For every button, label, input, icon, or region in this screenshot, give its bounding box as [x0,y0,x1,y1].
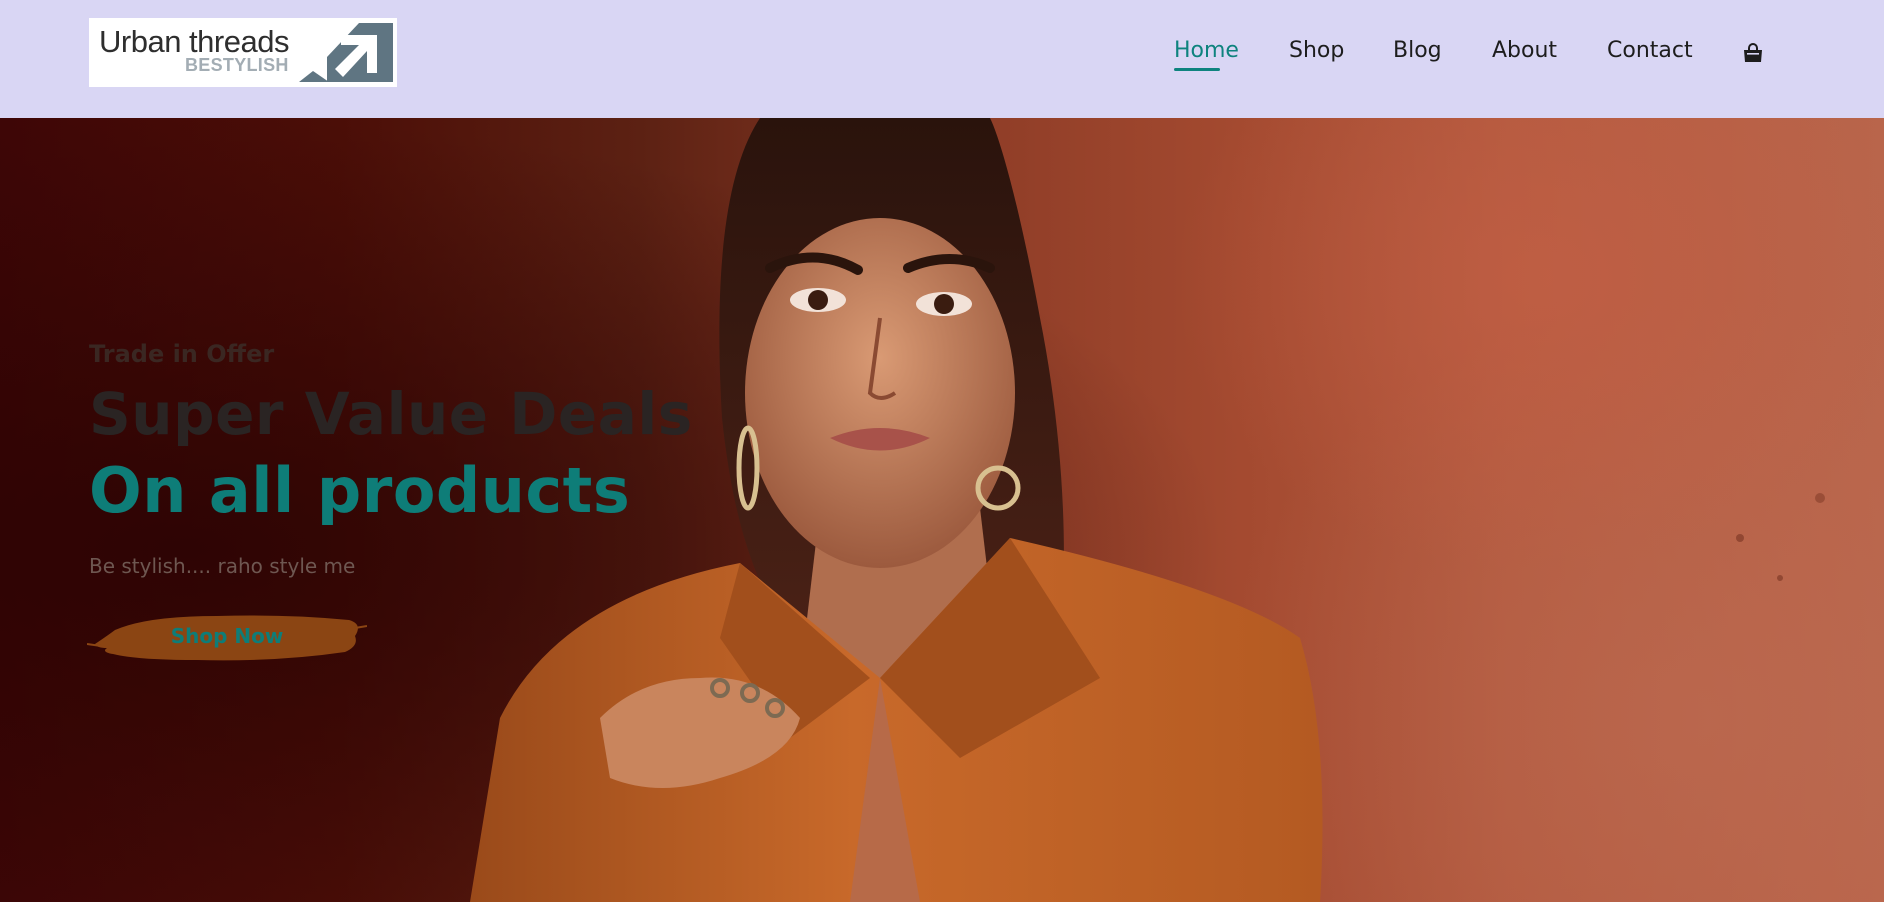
hero-banner: Trade in Offer Super Value Deals On all … [0,118,1884,902]
shop-now-label: Shop Now [170,624,284,648]
hero-headline-accent: On all products [89,454,631,527]
site-header: Urban threads BESTYLISH Home Shop Blog A… [0,0,1884,118]
nav-home[interactable]: Home [1174,38,1239,63]
nav-shop[interactable]: Shop [1289,38,1344,63]
hero-tagline: Be stylish.... raho style me [89,554,356,578]
hero-headline: Super Value Deals [89,380,693,448]
nav-active-indicator [1174,68,1220,71]
shopping-bag-icon[interactable] [1742,42,1764,64]
nav-blog[interactable]: Blog [1393,38,1442,63]
shop-now-button[interactable]: Shop Now [87,606,367,666]
nav-about[interactable]: About [1492,38,1557,63]
nav-contact[interactable]: Contact [1607,38,1693,63]
main-nav: Home Shop Blog About Contact [0,0,1884,118]
hero-kicker: Trade in Offer [89,340,275,368]
